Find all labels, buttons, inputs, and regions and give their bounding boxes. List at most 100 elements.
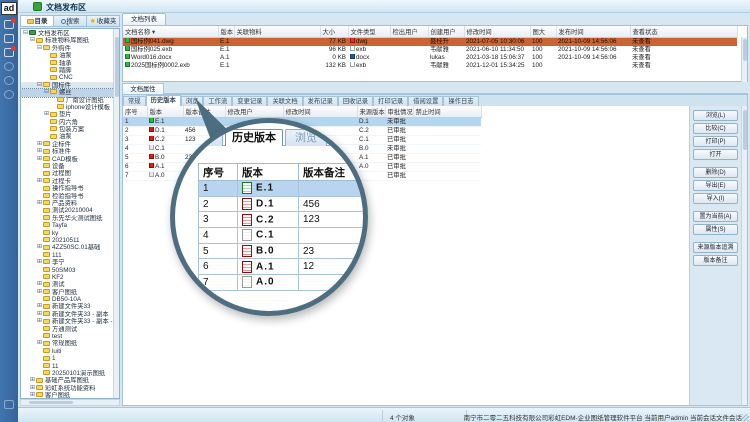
col-index[interactable]: 序号 — [123, 106, 147, 117]
tree-item[interactable]: ⊞新建文件夹33 - 副本 — [21, 311, 114, 318]
tree-item[interactable]: Tayfa — [21, 222, 114, 229]
sidebar-tab[interactable]: 目录 — [20, 15, 53, 27]
chat-icon[interactable] — [4, 20, 14, 29]
folder-icon[interactable] — [4, 34, 14, 43]
tree-item[interactable]: ⊞客户图纸 — [21, 392, 114, 399]
col-view-status[interactable]: 查看状态 — [630, 26, 737, 37]
col-version[interactable]: 版本 — [218, 26, 234, 37]
tree-item[interactable]: 轴承 — [21, 60, 114, 67]
history-action-button[interactable]: 属性(S) — [693, 224, 738, 235]
tree-item[interactable]: ⊞新建文件夹33 — [21, 303, 114, 310]
tree-item[interactable]: ⊞彩虹系统功能资料 — [21, 385, 114, 392]
document-row[interactable]: 国标例025.exb E.1 96 KB exb 韦献雅 2021-06-10 … — [123, 46, 737, 54]
document-row[interactable]: Word016.docx A.1 0 KB docx lukas 2021-03… — [123, 54, 737, 62]
tree-item[interactable]: ⊞测试 — [21, 281, 114, 288]
tree-item[interactable]: ⊞企标件 — [21, 141, 114, 148]
tree-item[interactable]: KF2 — [21, 274, 114, 281]
col-source-version[interactable]: 来源版本 — [357, 106, 385, 117]
history-action-button[interactable]: 版本备注 — [693, 255, 738, 266]
scrollbar-thumb[interactable] — [743, 39, 747, 61]
history-action-button[interactable]: 置为当前(A) — [693, 211, 738, 222]
magnified-tab-workflow[interactable]: 工作流 — [329, 129, 368, 146]
tree-item[interactable]: luiti — [21, 348, 114, 355]
sync-icon[interactable] — [4, 62, 14, 71]
tree-item[interactable]: 油泵 — [21, 133, 114, 140]
tree-item[interactable]: ⊞新建文件夹33 - 副本 - 副本 — [21, 318, 114, 325]
gear-icon[interactable] — [4, 90, 14, 99]
tree-item[interactable]: 1 — [21, 355, 114, 362]
history-action-button[interactable]: 浏览(L) — [693, 110, 738, 121]
tree-horizontal-scrollbar[interactable] — [20, 399, 120, 406]
history-action-button[interactable]: 导入(I) — [693, 193, 738, 204]
tree-item[interactable]: 操作指导书 — [21, 185, 114, 192]
col-size2[interactable]: 图大 — [530, 26, 556, 37]
tree-item[interactable]: 内六角 — [21, 119, 114, 126]
sidebar-tab[interactable]: ★收藏夹 — [86, 15, 120, 27]
scrollbar-thumb[interactable] — [743, 110, 747, 150]
tree-item[interactable]: ky — [21, 230, 114, 237]
tree-item[interactable]: 广南设计图纸 — [21, 97, 114, 104]
tree-item[interactable]: ⊟文档发布区 — [21, 30, 114, 37]
tree-item[interactable]: 过程图 — [21, 170, 114, 177]
tree-item[interactable]: ⊞基础产品库图纸 — [21, 377, 114, 384]
tree-item[interactable]: ⊟标准物料库图纸 — [21, 37, 114, 44]
col-checkout-user[interactable]: 检出用户 — [390, 26, 428, 37]
history-action-button[interactable]: 打印(P) — [693, 136, 738, 147]
tree-vertical-scrollbar[interactable] — [113, 29, 119, 398]
col-forbid-time[interactable]: 禁止时间 — [413, 106, 481, 117]
col-modify-time[interactable]: 修改时间 — [283, 106, 357, 117]
tree-item[interactable]: 检验指导书 — [21, 193, 114, 200]
tree-item[interactable]: 111 — [21, 252, 114, 259]
tree-item[interactable]: 20250101演示图纸 — [21, 370, 114, 377]
col-modify-time[interactable]: 修改时间 — [464, 26, 530, 37]
tree-item[interactable]: 踏脚 — [21, 67, 114, 74]
tree-item[interactable]: ⊞标准件 — [21, 148, 114, 155]
tab-document-list[interactable]: 文档列表 — [122, 13, 166, 25]
tab-document-properties[interactable]: 文档属性 — [122, 83, 164, 94]
tree-item[interactable]: ⊟国标件 — [21, 82, 114, 89]
col-version[interactable]: 版本 — [147, 106, 183, 117]
document-row[interactable]: 国标例041.dwg E.1 77 KB dwg 聂桂升 2021-07-05 … — [123, 37, 737, 46]
tree-item[interactable]: 设备 — [21, 163, 114, 170]
tree-item[interactable]: ⊞李宁 — [21, 259, 114, 266]
app-logo[interactable]: ad — [1, 2, 17, 15]
tree-item[interactable]: ⊞客户图纸 — [21, 289, 114, 296]
tree-item[interactable]: 包装方案 — [21, 126, 114, 133]
resize-grip[interactable] — [742, 414, 749, 421]
tree-item[interactable]: ⊞过程卡 — [21, 178, 114, 185]
tree-item[interactable]: ⊟螺丝 — [21, 89, 114, 96]
col-size[interactable]: 大小 — [320, 26, 348, 37]
magnified-tab-history[interactable]: 历史版本 — [225, 129, 283, 146]
tree-item[interactable]: 乐先华火测试图纸 — [21, 215, 114, 222]
scrollbar-thumb[interactable] — [115, 37, 119, 97]
scrollbar-thumb[interactable] — [29, 401, 73, 404]
tree-item[interactable]: 50SM03 — [21, 267, 114, 274]
col-material[interactable]: 关联物料 — [234, 26, 320, 37]
sidebar-tab[interactable]: 搜索 — [53, 15, 86, 27]
filelist-vertical-scrollbar[interactable] — [741, 37, 747, 82]
tree-item[interactable]: 测试20210004 — [21, 207, 114, 214]
document-row[interactable]: 2025国标例0002.exb E.1 132 KB exb 韦献雅 2021-… — [123, 62, 737, 70]
history-vertical-scrollbar[interactable] — [741, 106, 747, 405]
tree-item[interactable]: ⊟外购件 — [21, 45, 114, 52]
tree-item[interactable]: ⊞垫片 — [21, 111, 114, 118]
col-doc-name[interactable]: 文档名称 ▾ — [123, 26, 218, 37]
tree-item[interactable]: DB50-10A — [21, 296, 114, 303]
bottom-tool-icon[interactable] — [4, 400, 14, 409]
col-filetype[interactable]: 文件类型 — [348, 26, 390, 37]
tree-item[interactable]: ⊞产品资料 — [21, 200, 114, 207]
col-create-user[interactable]: 创建用户 — [428, 26, 464, 37]
col-publish-time[interactable]: 发布时间 — [556, 26, 630, 37]
col-approval-status[interactable]: 审批情况 — [385, 106, 413, 117]
tree-item[interactable]: ⊞4ZZ50SC.01基础 — [21, 244, 114, 251]
tree-item[interactable]: ⊞常规图纸 — [21, 340, 114, 347]
magnified-tab-browse[interactable]: 浏览 — [285, 129, 327, 146]
history-action-button[interactable]: 来源版本追溯 — [693, 242, 738, 253]
history-action-button[interactable]: 删除(D) — [693, 167, 738, 178]
tree-item[interactable]: 方通测试 — [21, 326, 114, 333]
history-action-button[interactable]: 比较(C) — [693, 123, 738, 134]
history-action-button[interactable]: 打开 — [693, 149, 738, 160]
tree-item[interactable]: 20210511 — [21, 237, 114, 244]
tree-item[interactable]: CNC — [21, 74, 114, 81]
graph-icon[interactable] — [4, 48, 14, 57]
